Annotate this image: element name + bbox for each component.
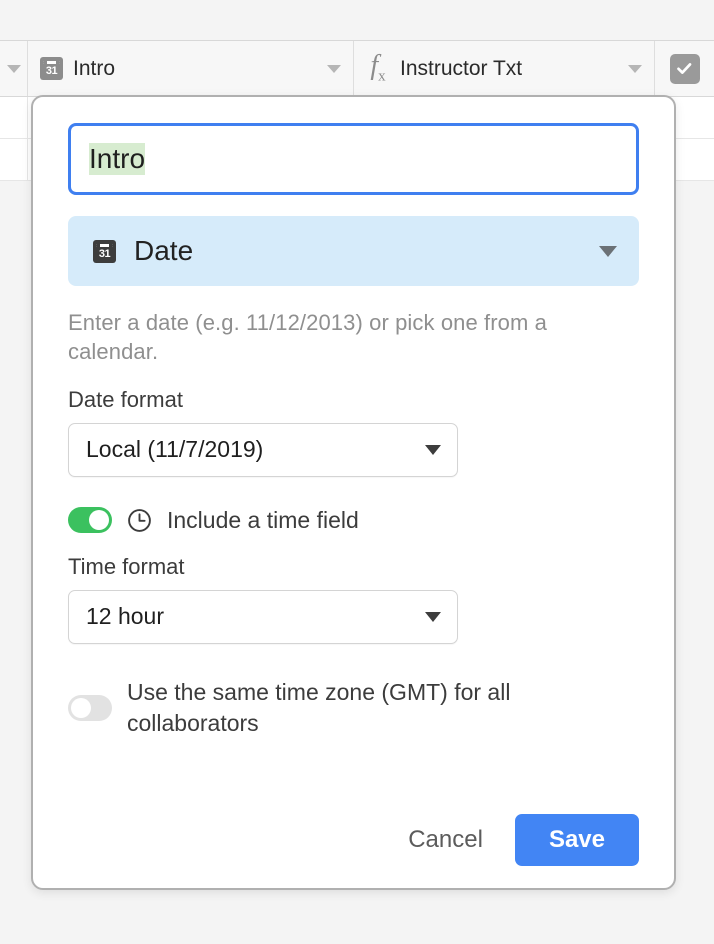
chevron-down-icon[interactable] xyxy=(425,445,441,455)
cancel-button[interactable]: Cancel xyxy=(392,816,499,864)
field-editor-dialog: Intro 31 Date Enter a date (e.g. 11/12/2… xyxy=(31,95,676,890)
calendar-31-icon: 31 xyxy=(40,57,63,80)
field-type-label: Date xyxy=(134,235,581,267)
clock-icon xyxy=(127,508,152,533)
same-timezone-toggle[interactable] xyxy=(68,695,112,721)
grid-column-header-label: Instructor Txt xyxy=(400,57,618,81)
chevron-down-icon[interactable] xyxy=(628,65,642,73)
field-name-input[interactable]: Intro xyxy=(68,123,639,195)
time-format-value: 12 hour xyxy=(86,603,425,630)
field-type-select[interactable]: 31 Date xyxy=(68,216,639,286)
grid-column-header-instructor-txt[interactable]: fx Instructor Txt xyxy=(354,41,655,96)
date-format-select[interactable]: Local (11/7/2019) xyxy=(68,423,458,477)
date-format-value: Local (11/7/2019) xyxy=(86,436,425,463)
date-format-label: Date format xyxy=(68,387,639,413)
grid-column-header-label: Intro xyxy=(73,57,317,81)
same-timezone-row[interactable]: Use the same time zone (GMT) for all col… xyxy=(68,677,639,740)
time-format-select[interactable]: 12 hour xyxy=(68,590,458,644)
grid-column-header-intro[interactable]: 31 Intro xyxy=(28,41,354,96)
include-time-toggle[interactable] xyxy=(68,507,112,533)
app-screen: 31 Intro fx Instructor Txt xyxy=(0,0,714,944)
grid-column-header-checkbox[interactable] xyxy=(655,41,714,96)
calendar-31-icon: 31 xyxy=(93,240,116,263)
grid-column-header-0[interactable] xyxy=(0,41,28,96)
chevron-down-icon[interactable] xyxy=(327,65,341,73)
save-button[interactable]: Save xyxy=(515,814,639,866)
field-name-value: Intro xyxy=(89,143,145,175)
checkbox-checked-icon xyxy=(670,54,700,84)
chevron-down-icon[interactable] xyxy=(425,612,441,622)
dialog-footer: Cancel Save xyxy=(68,814,639,866)
include-time-row[interactable]: Include a time field xyxy=(68,507,639,534)
grid-column-header-row: 31 Intro fx Instructor Txt xyxy=(0,40,714,97)
include-time-label: Include a time field xyxy=(167,507,359,534)
same-timezone-label: Use the same time zone (GMT) for all col… xyxy=(127,677,597,740)
formula-fx-icon: fx xyxy=(366,52,390,85)
field-type-description: Enter a date (e.g. 11/12/2013) or pick o… xyxy=(68,308,639,367)
chevron-down-icon[interactable] xyxy=(599,246,617,257)
chevron-down-icon[interactable] xyxy=(7,65,21,73)
time-format-label: Time format xyxy=(68,554,639,580)
